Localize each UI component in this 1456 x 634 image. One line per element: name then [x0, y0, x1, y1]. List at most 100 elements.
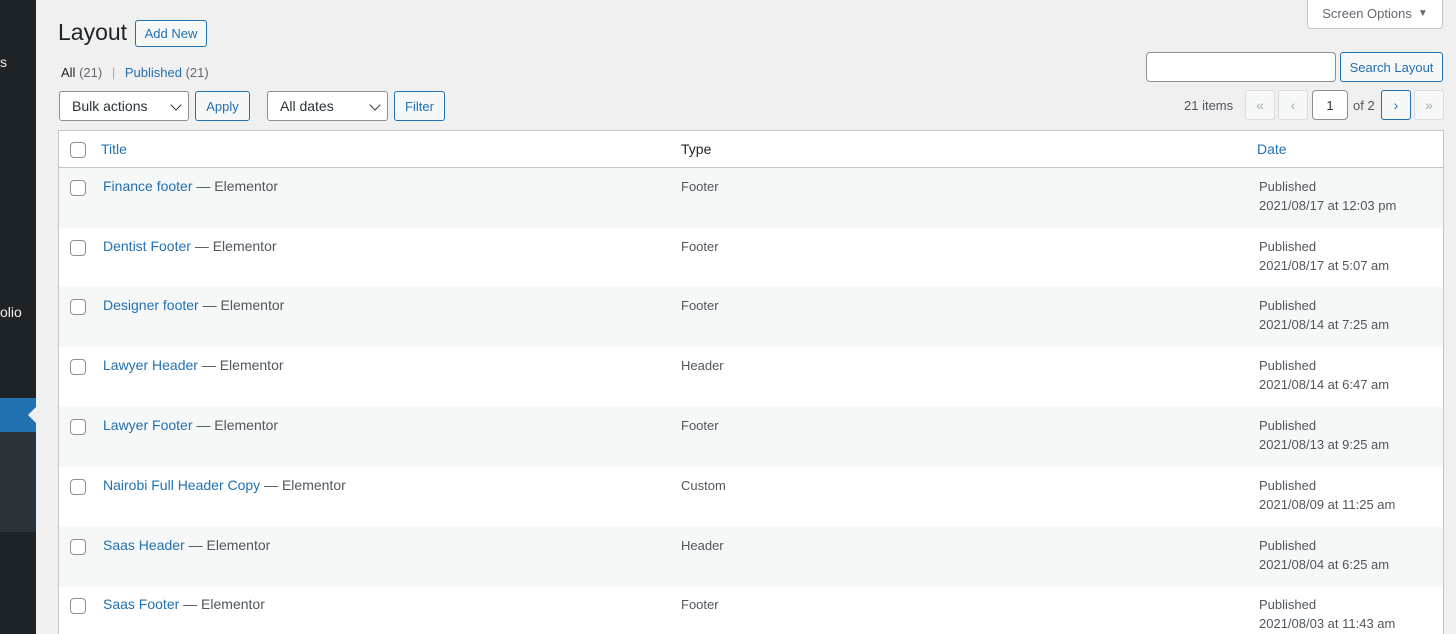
row-checkbox[interactable]: [70, 359, 86, 375]
row-checkbox[interactable]: [70, 419, 86, 435]
row-checkbox[interactable]: [70, 598, 86, 614]
row-date: 2021/08/03 at 11:43 am: [1259, 616, 1396, 631]
total-pages: of 2: [1353, 98, 1375, 113]
row-checkbox[interactable]: [70, 479, 86, 495]
row-title-link[interactable]: Lawyer Footer: [103, 417, 192, 433]
date-filter-select[interactable]: All dates: [267, 91, 388, 121]
row-title: Designer footer — Elementor: [103, 297, 284, 313]
table-row: Saas Header — Elementor Header Published…: [59, 527, 1443, 587]
row-title: Saas Footer — Elementor: [103, 596, 265, 612]
add-new-button[interactable]: Add New: [135, 20, 207, 47]
row-title-link[interactable]: Saas Footer: [103, 596, 179, 612]
row-type: Footer: [681, 418, 719, 433]
row-title-link[interactable]: Finance footer: [103, 178, 193, 194]
items-count: 21 items: [1184, 98, 1234, 113]
row-title-suffix: — Elementor: [197, 357, 284, 373]
row-title-link[interactable]: Dentist Footer: [103, 238, 191, 254]
row-status: Published: [1259, 597, 1317, 612]
sidebar-submenu: [0, 432, 36, 532]
row-date: 2021/08/14 at 7:25 am: [1259, 317, 1390, 332]
screen-options-label: Screen Options: [1322, 6, 1412, 21]
row-title-suffix: — Elementor: [198, 297, 285, 313]
table-row: Dentist Footer — Elementor Footer Publis…: [59, 228, 1443, 288]
date-filter-value: All dates: [280, 98, 334, 114]
column-title-sort[interactable]: Title: [101, 141, 127, 157]
row-title-link[interactable]: Saas Header: [103, 537, 185, 553]
view-filters: All (21) | Published (21): [61, 65, 209, 80]
row-type: Header: [681, 358, 724, 373]
view-separator: |: [111, 65, 116, 80]
table-row: Lawyer Header — Elementor Header Publish…: [59, 347, 1443, 407]
last-page-button: »: [1414, 90, 1444, 120]
view-all-link[interactable]: All: [61, 65, 75, 80]
table-header: Title Type Date: [59, 131, 1443, 168]
row-title: Finance footer — Elementor: [103, 178, 278, 194]
row-title: Lawyer Footer — Elementor: [103, 417, 278, 433]
select-all-checkbox[interactable]: [70, 142, 86, 158]
row-status: Published: [1259, 358, 1317, 373]
row-date: 2021/08/04 at 6:25 am: [1259, 557, 1390, 572]
prev-page-button: ‹: [1278, 90, 1308, 120]
row-date: 2021/08/17 at 12:03 pm: [1259, 198, 1397, 213]
chevron-down-icon: [369, 99, 381, 111]
row-date: 2021/08/17 at 5:07 am: [1259, 258, 1390, 273]
column-date-sort[interactable]: Date: [1257, 141, 1287, 157]
row-title-suffix: — Elementor: [179, 596, 265, 612]
table-row: Nairobi Full Header Copy — Elementor Cus…: [59, 467, 1443, 527]
row-title-suffix: — Elementor: [260, 477, 346, 493]
filter-button[interactable]: Filter: [394, 91, 445, 121]
page-title: Layout: [58, 19, 128, 45]
layouts-table: Title Type Date Finance footer — Element…: [58, 130, 1444, 634]
apply-button[interactable]: Apply: [195, 91, 250, 121]
next-page-button[interactable]: ›: [1381, 90, 1411, 120]
row-title: Saas Header — Elementor: [103, 537, 270, 553]
column-type: Type: [681, 141, 712, 157]
bulk-actions-select[interactable]: Bulk actions: [59, 91, 189, 121]
current-page-input[interactable]: 1: [1312, 90, 1348, 120]
table-row: Saas Footer — Elementor Footer Published…: [59, 586, 1443, 634]
first-page-button: «: [1245, 90, 1275, 120]
row-title-link[interactable]: Nairobi Full Header Copy: [103, 477, 260, 493]
sidebar-menu-item-fragment[interactable]: olio: [0, 304, 22, 320]
row-date: 2021/08/09 at 11:25 am: [1259, 497, 1396, 512]
view-all-count: (21): [79, 65, 103, 80]
row-date: 2021/08/14 at 6:47 am: [1259, 377, 1390, 392]
row-title-link[interactable]: Designer footer: [103, 297, 199, 313]
search-layout-button[interactable]: Search Layout: [1340, 52, 1443, 82]
row-type: Custom: [681, 478, 726, 493]
table-row: Finance footer — Elementor Footer Publis…: [59, 168, 1443, 228]
chevron-down-icon: [170, 99, 182, 111]
row-type: Header: [681, 538, 724, 553]
row-title-suffix: — Elementor: [192, 417, 279, 433]
caret-down-icon: ▼: [1417, 8, 1428, 19]
row-status: Published: [1259, 298, 1317, 313]
search-input[interactable]: [1146, 52, 1336, 82]
row-date: 2021/08/13 at 9:25 am: [1259, 437, 1390, 452]
sidebar-active-item[interactable]: [0, 398, 36, 432]
row-title-link[interactable]: Lawyer Header: [103, 357, 198, 373]
row-title: Nairobi Full Header Copy — Elementor: [103, 477, 346, 493]
row-checkbox[interactable]: [70, 240, 86, 256]
bulk-actions-value: Bulk actions: [72, 98, 148, 114]
row-title-suffix: — Elementor: [190, 238, 277, 254]
row-checkbox[interactable]: [70, 299, 86, 315]
row-status: Published: [1259, 538, 1317, 553]
view-published-count: (21): [185, 65, 209, 80]
row-checkbox[interactable]: [70, 180, 86, 196]
screen-options-button[interactable]: Screen Options ▼: [1307, 0, 1443, 29]
sidebar-menu-item-fragment[interactable]: s: [0, 54, 7, 70]
table-row: Designer footer — Elementor Footer Publi…: [59, 287, 1443, 347]
row-type: Footer: [681, 298, 719, 313]
admin-sidebar: s olio: [0, 0, 36, 634]
row-type: Footer: [681, 597, 719, 612]
row-status: Published: [1259, 239, 1317, 254]
view-published-link[interactable]: Published: [125, 65, 182, 80]
row-type: Footer: [681, 179, 719, 194]
row-type: Footer: [681, 239, 719, 254]
row-status: Published: [1259, 179, 1317, 194]
table-row: Lawyer Footer — Elementor Footer Publish…: [59, 407, 1443, 467]
row-title-suffix: — Elementor: [192, 178, 279, 194]
row-checkbox[interactable]: [70, 539, 86, 555]
row-status: Published: [1259, 418, 1317, 433]
row-title: Dentist Footer — Elementor: [103, 238, 277, 254]
